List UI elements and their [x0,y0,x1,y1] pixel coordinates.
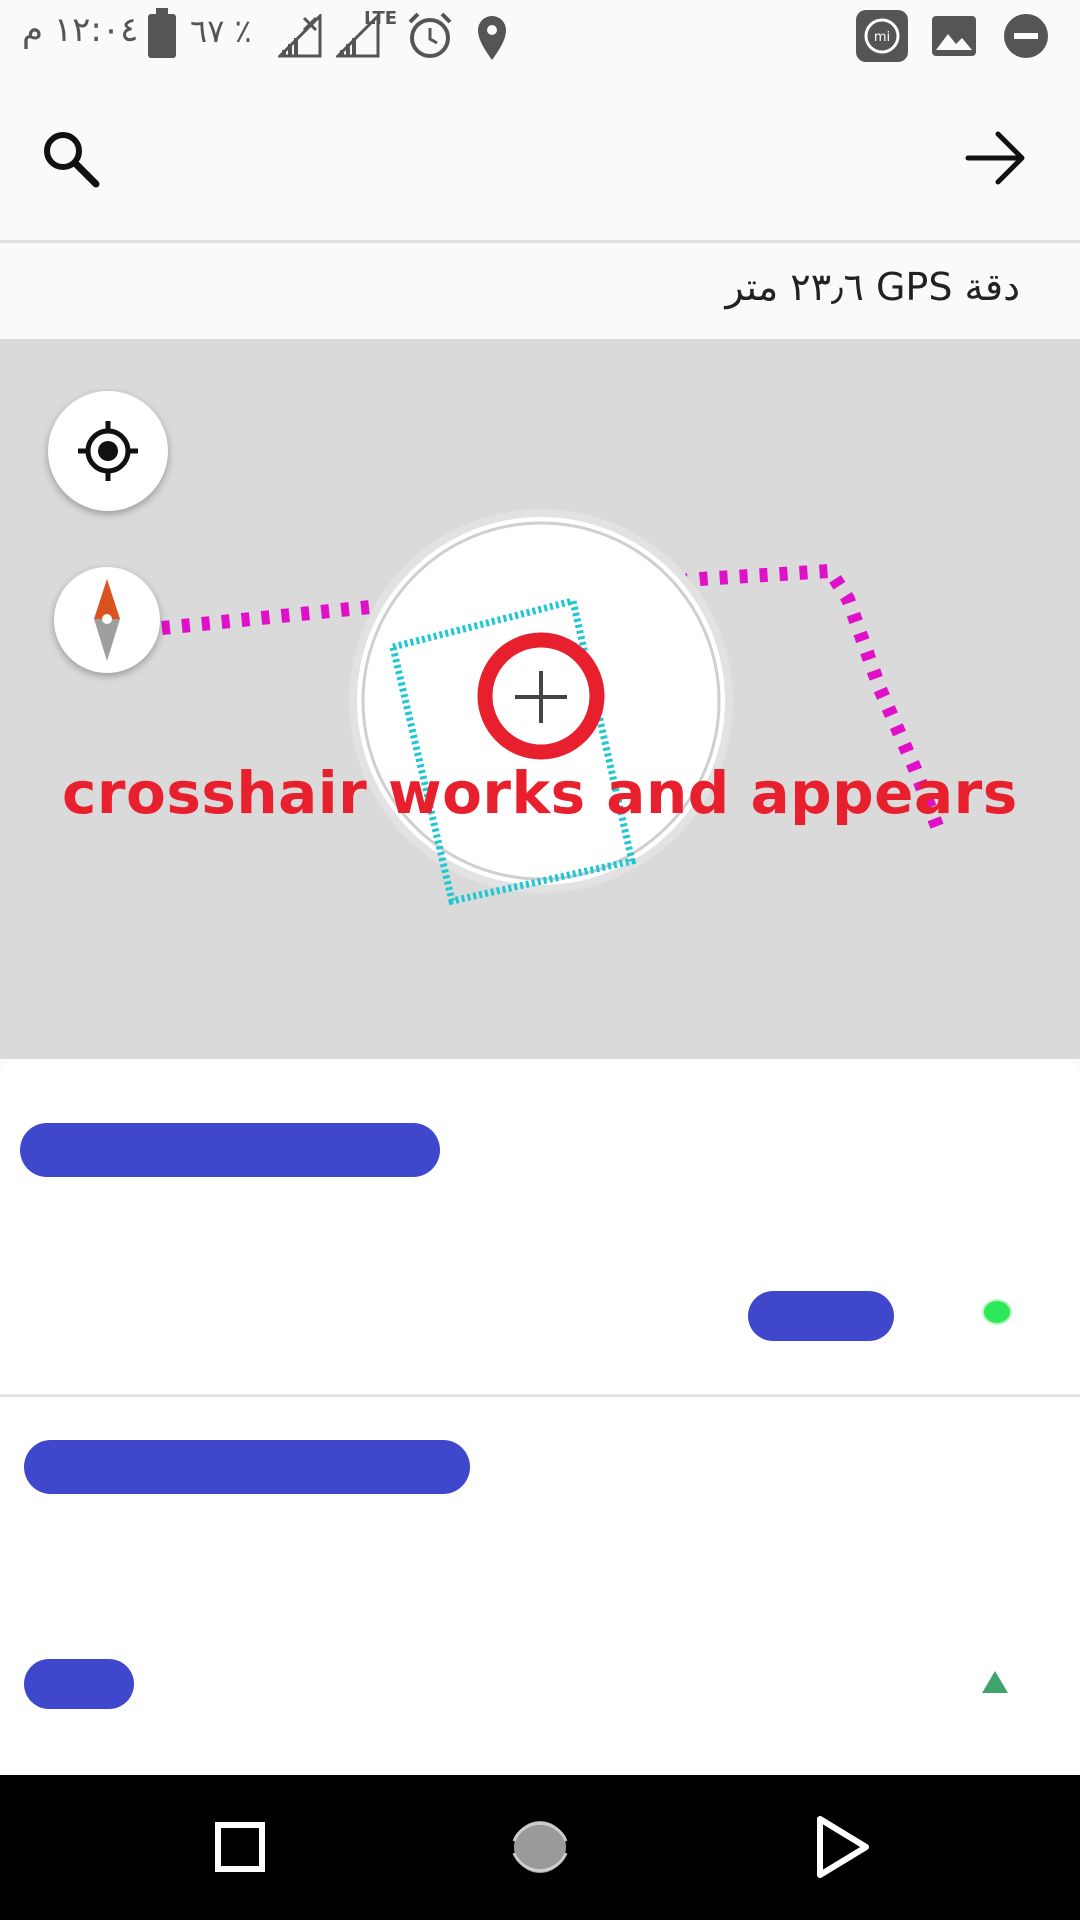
lte-label: LTE [364,8,398,29]
svg-text:mi: mi [874,30,890,45]
app-bar [0,76,1080,243]
compass-icon [94,579,120,661]
signal-icon [278,14,322,58]
gps-accuracy-bar: دقة GPS ٢٣٫٦ متر [0,243,1080,339]
list-item[interactable] [0,1059,1080,1397]
navigation-bar [0,1775,1080,1920]
forward-arrow-icon[interactable] [962,126,1030,190]
search-icon[interactable] [38,126,102,190]
redacted-title [24,1440,470,1494]
map-view[interactable]: crosshair works and appears [0,339,1080,1059]
location-icon [478,16,506,60]
back-triangle-icon[interactable] [804,1811,876,1883]
home-circle-icon[interactable] [504,1811,576,1883]
gallery-icon [932,16,976,56]
list-item[interactable] [0,1397,1080,1775]
redacted-title [20,1123,440,1177]
triangle-icon [982,1671,1008,1693]
battery-icon [148,8,176,58]
gps-accuracy-text: دقة GPS ٢٣٫٦ متر [725,265,1020,309]
alarm-icon [408,12,452,58]
mi-app-icon: mi [856,10,908,62]
my-location-icon [78,421,138,481]
bottom-sheet [0,1059,1080,1775]
do-not-disturb-icon [1004,14,1048,58]
battery-percent: ٦٧ ٪ [190,12,252,50]
redacted-subtitle [748,1291,894,1341]
compass-button[interactable] [54,567,160,673]
annotation-text: crosshair works and appears [62,759,1018,827]
status-time: ١٢:٠٤ م [22,10,139,50]
redacted-subtitle [24,1659,134,1709]
recents-square-icon[interactable] [204,1811,276,1883]
status-bar: ١٢:٠٤ م ٦٧ ٪ LTE mi [0,0,1080,76]
my-location-button[interactable] [48,391,168,511]
green-dot-icon [982,1299,1012,1325]
